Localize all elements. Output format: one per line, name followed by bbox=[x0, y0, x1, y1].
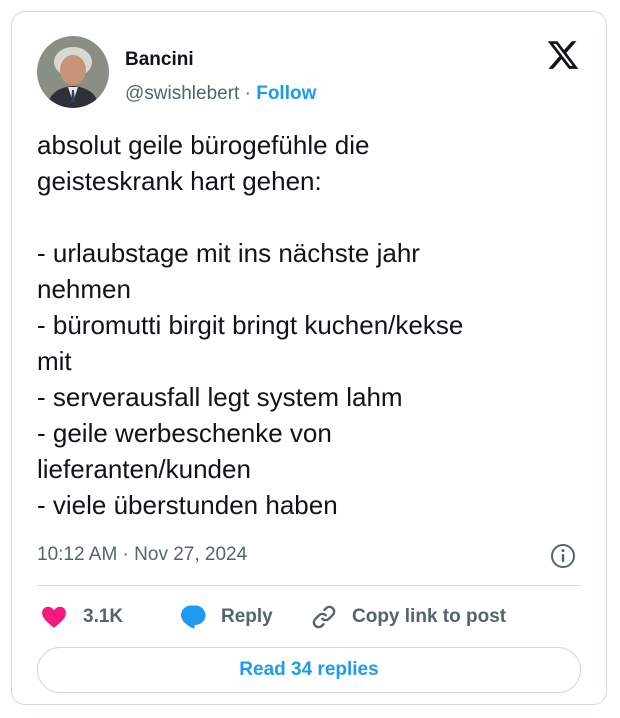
copy-link-button[interactable]: Copy link to post bbox=[310, 602, 506, 632]
author-handle[interactable]: @swishlebert bbox=[125, 83, 239, 104]
read-replies-button[interactable]: Read 34 replies bbox=[37, 647, 581, 693]
copy-link-label: Copy link to post bbox=[352, 606, 507, 627]
like-button[interactable]: 3.1K bbox=[41, 602, 123, 632]
tweet-card: Bancini @swishlebert · Follow absolut ge… bbox=[11, 11, 607, 705]
read-replies-label: Read 34 replies bbox=[239, 659, 379, 680]
info-icon[interactable] bbox=[550, 543, 576, 569]
author-handle-row: @swishlebert · Follow bbox=[125, 82, 316, 106]
link-icon bbox=[310, 603, 338, 631]
handle-separator: · bbox=[244, 83, 251, 104]
tweet-timestamp[interactable]: 10:12 AM · Nov 27, 2024 bbox=[37, 542, 247, 568]
heart-icon bbox=[41, 605, 67, 629]
avatar[interactable] bbox=[37, 36, 109, 108]
tweet-text: absolut geile bürogefühle die geisteskra… bbox=[37, 130, 464, 520]
x-logo-icon[interactable] bbox=[546, 38, 580, 72]
reply-bubble-icon bbox=[179, 604, 207, 630]
author-name[interactable]: Bancini bbox=[125, 49, 194, 71]
follow-button[interactable]: Follow bbox=[256, 83, 316, 104]
reply-label: Reply bbox=[221, 606, 273, 627]
divider bbox=[37, 585, 581, 586]
like-count: 3.1K bbox=[83, 606, 124, 627]
reply-button[interactable]: Reply bbox=[179, 602, 273, 632]
